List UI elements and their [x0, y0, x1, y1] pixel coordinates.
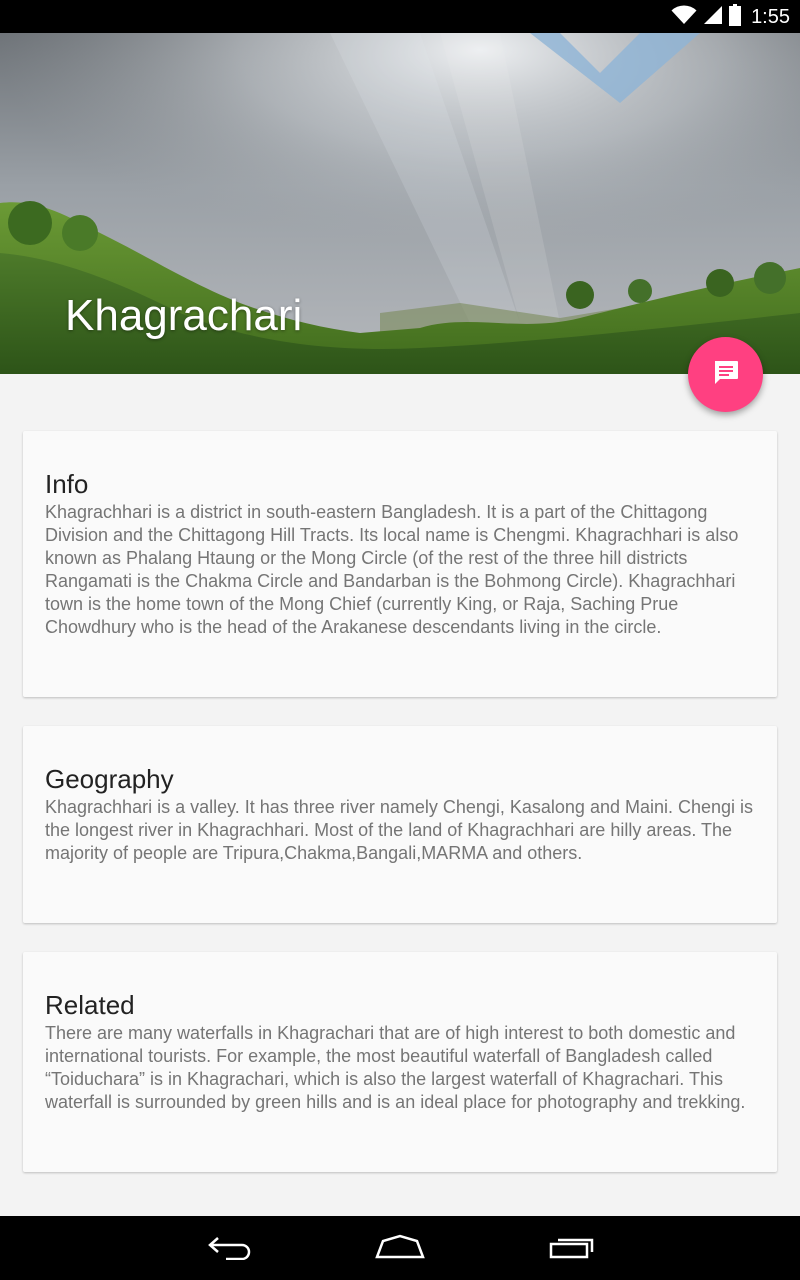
card-title: Geography: [45, 764, 174, 794]
card-body: Khagrachhari is a district in south-east…: [45, 502, 739, 637]
wifi-icon: [671, 4, 697, 30]
recents-button[interactable]: [542, 1234, 602, 1264]
back-button[interactable]: [200, 1234, 260, 1264]
status-bar: 1:55: [0, 0, 800, 33]
card-body: Khagrachhari is a valley. It has three r…: [45, 797, 754, 863]
card-title: Related: [45, 990, 135, 1020]
back-icon: [206, 1234, 254, 1265]
card-body: There are many waterfalls in Khagrachari…: [45, 1023, 746, 1112]
info-card: Info Khagrachhari is a district in south…: [23, 431, 777, 697]
home-button[interactable]: [370, 1234, 430, 1264]
geography-card: Geography Khagrachhari is a valley. It h…: [23, 726, 777, 923]
message-icon: [712, 358, 740, 391]
status-time: 1:55: [751, 5, 790, 28]
home-icon: [374, 1234, 426, 1265]
battery-icon: [729, 3, 742, 31]
recents-icon: [548, 1234, 596, 1265]
message-fab-button[interactable]: [688, 337, 763, 412]
related-card: Related There are many waterfalls in Kha…: [23, 952, 777, 1172]
card-title: Info: [45, 469, 89, 499]
page-title: Khagrachari: [65, 291, 303, 340]
navigation-bar: [0, 1216, 800, 1280]
header-image: Khagrachari: [0, 33, 800, 374]
signal-icon: [703, 5, 723, 30]
